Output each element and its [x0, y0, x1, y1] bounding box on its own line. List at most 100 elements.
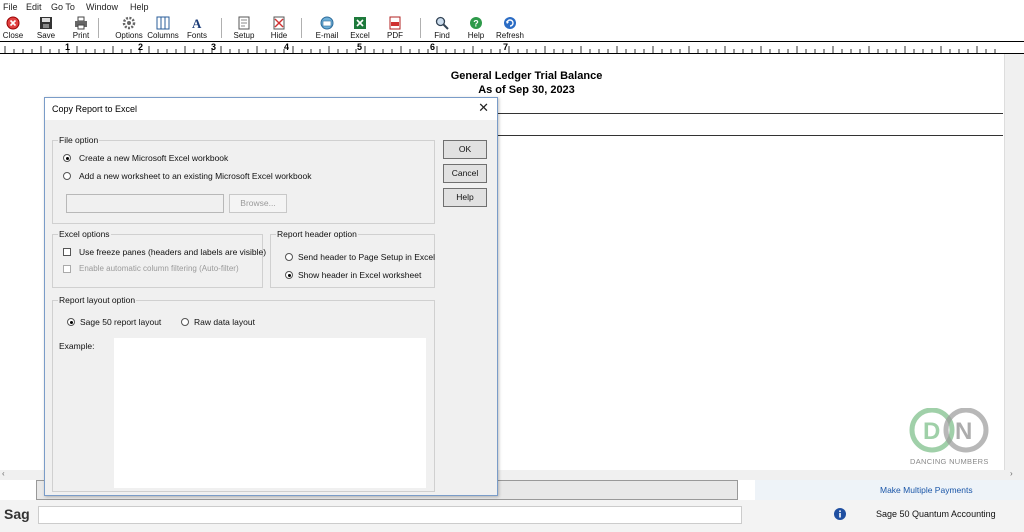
- sage-layout-label[interactable]: Sage 50 report layout: [80, 317, 161, 327]
- status-bar: Sag Sage 50 Quantum Accounting: [0, 500, 1024, 532]
- report-layout-option-label: Report layout option: [58, 295, 137, 305]
- ok-button[interactable]: OK: [443, 140, 487, 159]
- dancing-numbers-watermark: D N DANCING NUMBERS: [902, 407, 1002, 470]
- status-field: [38, 506, 742, 524]
- pdf-button[interactable]: PDF: [383, 15, 407, 41]
- fonts-button[interactable]: A Fonts: [185, 15, 209, 41]
- excel-button[interactable]: Excel: [348, 15, 372, 41]
- report-title: General Ledger Trial Balance: [450, 70, 603, 82]
- refresh-icon: [504, 17, 516, 29]
- report-subtitle: As of Sep 30, 2023: [478, 84, 575, 96]
- copy-report-to-excel-dialog: Copy Report to Excel ✕ File option Creat…: [44, 97, 498, 496]
- example-label: Example:: [59, 341, 95, 351]
- refresh-button[interactable]: Refresh: [494, 15, 526, 41]
- ruler: 1 2 3 4 5 6 7: [0, 41, 1024, 54]
- help-button[interactable]: ? Help: [464, 15, 488, 41]
- excel-options-label: Excel options: [58, 229, 111, 239]
- menu-help[interactable]: Help: [130, 2, 149, 12]
- svg-text:N: N: [955, 418, 972, 445]
- help-icon: ?: [470, 17, 482, 29]
- toolbar-separator: [420, 18, 421, 38]
- app-name: Sage 50 Quantum Accounting: [876, 509, 996, 519]
- ruler-number: 5: [357, 42, 363, 52]
- hide-button[interactable]: Hide: [267, 15, 291, 41]
- email-icon: [320, 16, 334, 30]
- cancel-button[interactable]: Cancel: [443, 164, 487, 183]
- info-icon[interactable]: [834, 508, 846, 520]
- dialog-titlebar: Copy Report to Excel ✕: [45, 98, 497, 120]
- show-header-radio[interactable]: [285, 271, 293, 279]
- side-panel: Make Multiple Payments: [755, 480, 1024, 500]
- toolbar-separator: [301, 18, 302, 38]
- vertical-scrollbar[interactable]: [1004, 54, 1024, 470]
- report-layout-option-group: Report layout option Sage 50 report layo…: [52, 295, 435, 492]
- ruler-number: 7: [503, 42, 509, 52]
- existing-workbook-label[interactable]: Add a new worksheet to an existing Micro…: [79, 171, 311, 181]
- svg-text:A: A: [192, 16, 202, 30]
- find-button[interactable]: Find: [430, 15, 454, 41]
- file-option-label: File option: [58, 135, 100, 145]
- menu-file[interactable]: File: [3, 2, 18, 12]
- setup-button[interactable]: Setup: [232, 15, 256, 41]
- menu-window[interactable]: Window: [86, 2, 118, 12]
- freeze-panes-label[interactable]: Use freeze panes (headers and labels are…: [79, 247, 266, 257]
- excel-options-group: Excel options Use freeze panes (headers …: [52, 229, 266, 288]
- save-button[interactable]: Save: [34, 15, 58, 41]
- send-header-label[interactable]: Send header to Page Setup in Excel: [298, 252, 435, 262]
- ruler-number: 1: [65, 42, 71, 52]
- browse-button[interactable]: Browse...: [229, 194, 287, 213]
- report-rule: [498, 113, 1003, 114]
- autofilter-checkbox[interactable]: [63, 265, 71, 273]
- page-setup-icon: [238, 16, 250, 30]
- email-button[interactable]: E-mail: [312, 15, 342, 41]
- print-button[interactable]: Print: [69, 15, 93, 41]
- show-header-label[interactable]: Show header in Excel worksheet: [298, 270, 421, 280]
- watermark-text: DANCING NUMBERS: [910, 457, 989, 466]
- pdf-icon: [389, 16, 401, 30]
- report-header-option-label: Report header option: [276, 229, 358, 239]
- ruler-number: 2: [138, 42, 144, 52]
- workbook-path-input[interactable]: [66, 194, 224, 213]
- example-preview: [114, 338, 426, 488]
- autofilter-label[interactable]: Enable automatic column filtering (Auto-…: [79, 264, 239, 273]
- scroll-right-icon[interactable]: ›: [1010, 469, 1013, 478]
- magnifier-icon: [435, 16, 449, 30]
- new-workbook-radio[interactable]: [63, 154, 71, 162]
- scroll-left-icon[interactable]: ‹: [2, 469, 5, 478]
- report-toolbar: Close Save Print Options Columns A Fonts…: [0, 15, 1024, 41]
- raw-layout-radio[interactable]: [181, 318, 189, 326]
- close-button[interactable]: Close: [1, 15, 25, 41]
- ruler-number: 6: [430, 42, 436, 52]
- close-icon: [6, 16, 20, 30]
- file-option-group: File option Create a new Microsoft Excel…: [52, 135, 435, 224]
- make-multiple-payments-link[interactable]: Make Multiple Payments: [880, 485, 973, 495]
- ruler-ticks: [4, 46, 996, 53]
- hide-icon: [273, 16, 285, 30]
- excel-icon: [354, 17, 366, 29]
- menu-bar: File Edit Go To Window Help: [0, 0, 1024, 15]
- options-button[interactable]: Options: [113, 15, 145, 41]
- svg-text:?: ?: [473, 19, 479, 29]
- gear-icon: [122, 16, 136, 30]
- close-icon[interactable]: ✕: [478, 100, 489, 116]
- new-workbook-label[interactable]: Create a new Microsoft Excel workbook: [79, 153, 228, 163]
- svg-text:D: D: [923, 418, 940, 445]
- font-icon: A: [192, 16, 202, 30]
- freeze-panes-checkbox[interactable]: [63, 248, 71, 256]
- menu-goto[interactable]: Go To: [51, 2, 75, 12]
- raw-layout-label[interactable]: Raw data layout: [194, 317, 255, 327]
- report-header-option-group: Report header option Send header to Page…: [270, 229, 435, 288]
- sage-layout-radio[interactable]: [67, 318, 75, 326]
- ruler-number: 4: [284, 42, 290, 52]
- dialog-title: Copy Report to Excel: [52, 104, 138, 114]
- floppy-icon: [40, 17, 52, 29]
- menu-edit[interactable]: Edit: [26, 2, 42, 12]
- columns-icon: [156, 16, 170, 30]
- columns-button[interactable]: Columns: [146, 15, 180, 41]
- help-dialog-button[interactable]: Help: [443, 188, 487, 207]
- send-header-radio[interactable]: [285, 253, 293, 261]
- ruler-number: 3: [211, 42, 217, 52]
- printer-icon: [75, 16, 87, 30]
- toolbar-separator: [98, 18, 99, 38]
- existing-workbook-radio[interactable]: [63, 172, 71, 180]
